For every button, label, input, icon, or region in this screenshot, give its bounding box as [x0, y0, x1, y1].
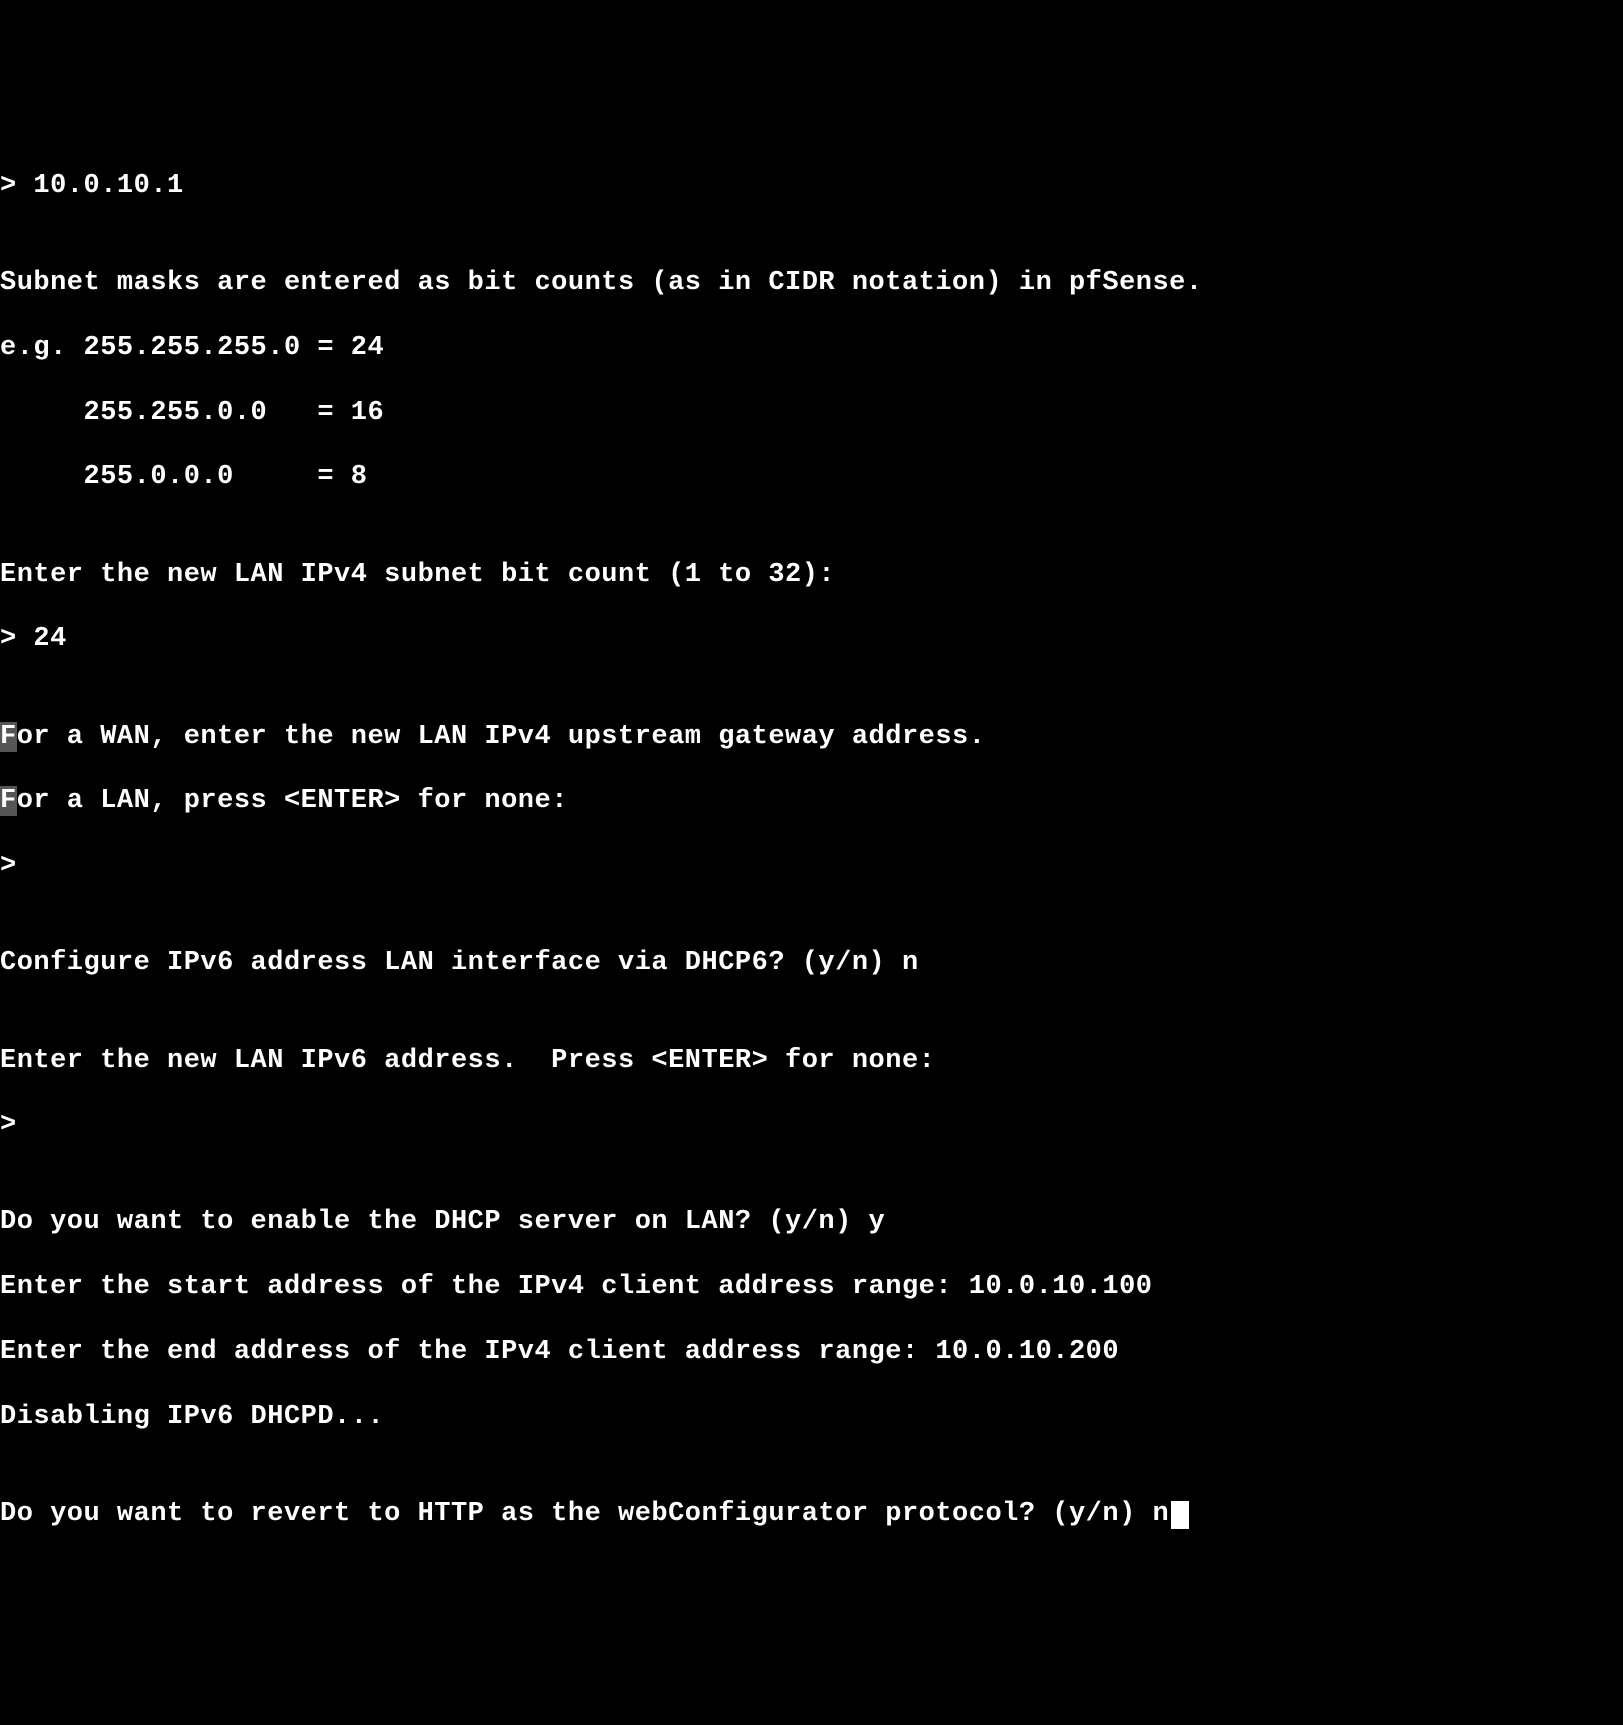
cursor-icon: [1171, 1501, 1189, 1529]
subnet-example-16: 255.255.0.0 = 16: [0, 397, 1623, 429]
subnet-bit-input: > 24: [0, 623, 1623, 655]
ipv6-address-prompt: Enter the new LAN IPv6 address. Press <E…: [0, 1045, 1623, 1077]
disable-dhcpd-status: Disabling IPv6 DHCPD...: [0, 1401, 1623, 1433]
selected-char: F: [0, 722, 17, 752]
prompt-ip-input: > 10.0.10.1: [0, 170, 1623, 202]
subnet-example-8: 255.0.0.0 = 8: [0, 461, 1623, 493]
revert-http-prompt: Do you want to revert to HTTP as the web…: [0, 1498, 1623, 1530]
wan-gateway-rest: or a WAN, enter the new LAN IPv4 upstrea…: [17, 722, 986, 752]
revert-http-text: Do you want to revert to HTTP as the web…: [0, 1499, 1169, 1529]
terminal-console[interactable]: > 10.0.10.1 Subnet masks are entered as …: [0, 138, 1623, 1563]
subnet-example-24: e.g. 255.255.255.0 = 24: [0, 332, 1623, 364]
subnet-bit-prompt: Enter the new LAN IPv4 subnet bit count …: [0, 559, 1623, 591]
dhcp6-prompt: Configure IPv6 address LAN interface via…: [0, 947, 1623, 979]
ipv6-address-input: >: [0, 1109, 1623, 1141]
gateway-input: >: [0, 850, 1623, 882]
dhcp-start-prompt: Enter the start address of the IPv4 clie…: [0, 1271, 1623, 1303]
wan-gateway-prompt: For a WAN, enter the new LAN IPv4 upstre…: [0, 721, 1623, 753]
lan-gateway-prompt: For a LAN, press <ENTER> for none:: [0, 785, 1623, 817]
selected-char: F: [0, 786, 17, 816]
dhcp-enable-prompt: Do you want to enable the DHCP server on…: [0, 1206, 1623, 1238]
dhcp-end-prompt: Enter the end address of the IPv4 client…: [0, 1336, 1623, 1368]
subnet-mask-info: Subnet masks are entered as bit counts (…: [0, 267, 1623, 299]
lan-gateway-rest: or a LAN, press <ENTER> for none:: [17, 786, 568, 816]
